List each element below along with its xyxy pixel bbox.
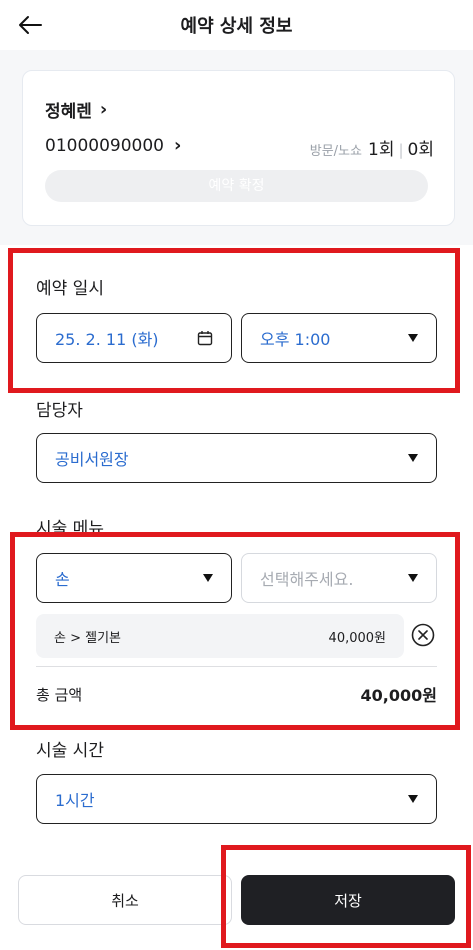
duration-select[interactable]: 1시간 xyxy=(36,774,437,824)
header: 예약 상세 정보 xyxy=(0,0,473,50)
menu-sub-select[interactable]: 선택해주세요. xyxy=(241,553,437,603)
date-field[interactable]: 25. 2. 11 (화) xyxy=(36,313,232,363)
caret-down-icon xyxy=(408,334,418,342)
chevron-right-icon: › xyxy=(173,135,182,156)
noshow-count: 0회 xyxy=(407,140,434,160)
page-title: 예약 상세 정보 xyxy=(180,16,293,37)
visit-divider: | xyxy=(398,141,404,159)
menu-category-select[interactable]: 손 xyxy=(36,553,232,603)
visit-count: 1회 xyxy=(368,140,395,160)
date-value: 25. 2. 11 (화) xyxy=(55,330,159,349)
staff-select[interactable]: 공비서원장 xyxy=(36,433,437,483)
customer-card: 정혜렌 › 01000090000 › 방문/노쇼 1회 | 0회 예약 확정 xyxy=(22,70,455,226)
menu-sub-placeholder: 선택해주세요. xyxy=(260,570,354,589)
customer-phone-link[interactable]: 01000090000 › xyxy=(45,135,181,156)
total-value: 40,000원 xyxy=(360,686,437,705)
chevron-right-icon: › xyxy=(99,99,108,120)
caret-down-icon xyxy=(408,454,418,462)
selected-item-price: 40,000원 xyxy=(328,630,386,646)
reservation-label: 예약 일시 xyxy=(36,279,104,299)
caret-down-icon xyxy=(408,574,418,582)
divider xyxy=(36,666,437,667)
save-button[interactable]: 저장 xyxy=(241,875,455,925)
visit-label: 방문/노쇼 xyxy=(309,144,362,159)
customer-name-link[interactable]: 정혜렌 › xyxy=(45,97,107,122)
staff-value: 공비서원장 xyxy=(55,450,129,469)
calendar-icon xyxy=(197,331,213,346)
caret-down-icon xyxy=(203,574,213,582)
total-label: 총 금액 xyxy=(36,686,83,704)
visit-stats: 방문/노쇼 1회 | 0회 xyxy=(310,135,434,160)
close-circle-icon xyxy=(411,623,435,647)
time-select[interactable]: 오후 1:00 xyxy=(241,313,437,363)
time-value: 오후 1:00 xyxy=(260,330,331,349)
customer-phone: 01000090000 xyxy=(45,135,164,156)
menu-label: 시술 메뉴 xyxy=(36,519,104,539)
staff-label: 담당자 xyxy=(36,401,83,421)
remove-item-button[interactable] xyxy=(411,623,435,647)
caret-down-icon xyxy=(408,795,418,803)
menu-category-value: 손 xyxy=(55,570,70,589)
confirm-reservation-button[interactable]: 예약 확정 xyxy=(45,170,428,202)
duration-label: 시술 시간 xyxy=(36,741,104,761)
duration-value: 1시간 xyxy=(55,791,95,810)
customer-name: 정혜렌 xyxy=(45,102,92,122)
selected-item-name: 손 > 젤기본 xyxy=(54,630,121,646)
selected-menu-item: 손 > 젤기본 40,000원 xyxy=(36,614,404,658)
cancel-button[interactable]: 취소 xyxy=(18,875,232,925)
